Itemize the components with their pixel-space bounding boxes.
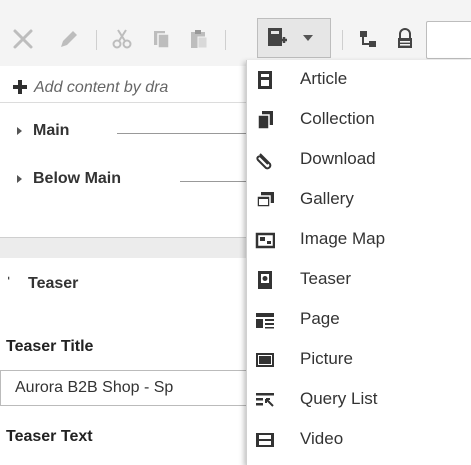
section-below-main[interactable]: Below Main [33,170,121,188]
query-list-icon [255,390,275,410]
toolbar [0,0,471,66]
menu-item-teaser[interactable]: Teaser [247,260,471,300]
copy-icon[interactable] [148,26,174,52]
teaser-title-value: Aurora B2B Shop - Sp [15,379,174,396]
image-map-icon [255,230,276,250]
teaser-icon [255,270,275,290]
add-content-dropdown-menu: Article Collection Download Gallery Imag… [246,60,471,465]
dropdown-arrow-icon [298,25,318,51]
menu-item-picture[interactable]: Picture [247,340,471,380]
teaser-section-toggle-icon[interactable]: ˈ [6,275,11,293]
download-paperclip-icon [255,150,275,170]
cut-icon[interactable] [109,26,135,52]
collection-icon [255,110,275,130]
page-icon [255,310,275,330]
toolbar-separator [96,30,97,50]
video-icon [255,430,275,450]
section-main[interactable]: Main [33,122,69,140]
edit-pencil-icon[interactable] [56,26,82,52]
expand-triangle-icon[interactable] [17,127,22,135]
menu-item-page[interactable]: Page [247,300,471,340]
add-content-hint: Add content by dra [34,79,169,96]
lock-icon[interactable] [394,26,416,52]
teaser-section-label[interactable]: Teaser [28,275,78,293]
menu-item-video[interactable]: Video [247,420,471,460]
hierarchy-icon[interactable] [356,26,380,52]
expand-triangle-icon[interactable] [17,175,22,183]
teaser-title-label: Teaser Title [6,338,94,355]
section-line [117,133,257,134]
menu-item-download[interactable]: Download [247,140,471,180]
menu-item-query-list[interactable]: Query List [247,380,471,420]
menu-item-image-map[interactable]: Image Map [247,220,471,260]
toolbar-separator [342,30,343,50]
paste-icon[interactable] [186,26,212,52]
menu-item-collection[interactable]: Collection [247,100,471,140]
close-icon[interactable] [10,26,36,52]
menu-item-article[interactable]: Article [247,60,471,100]
menu-item-gallery[interactable]: Gallery [247,180,471,220]
gallery-icon [255,190,275,210]
toolbar-separator [225,30,226,50]
add-content-dropdown-button[interactable] [257,18,331,58]
article-icon [255,70,275,90]
picture-icon [255,350,275,370]
plus-icon [13,80,27,94]
add-content-icon [264,25,290,51]
toolbar-search-input[interactable] [426,21,471,59]
teaser-text-label: Teaser Text [6,428,93,445]
